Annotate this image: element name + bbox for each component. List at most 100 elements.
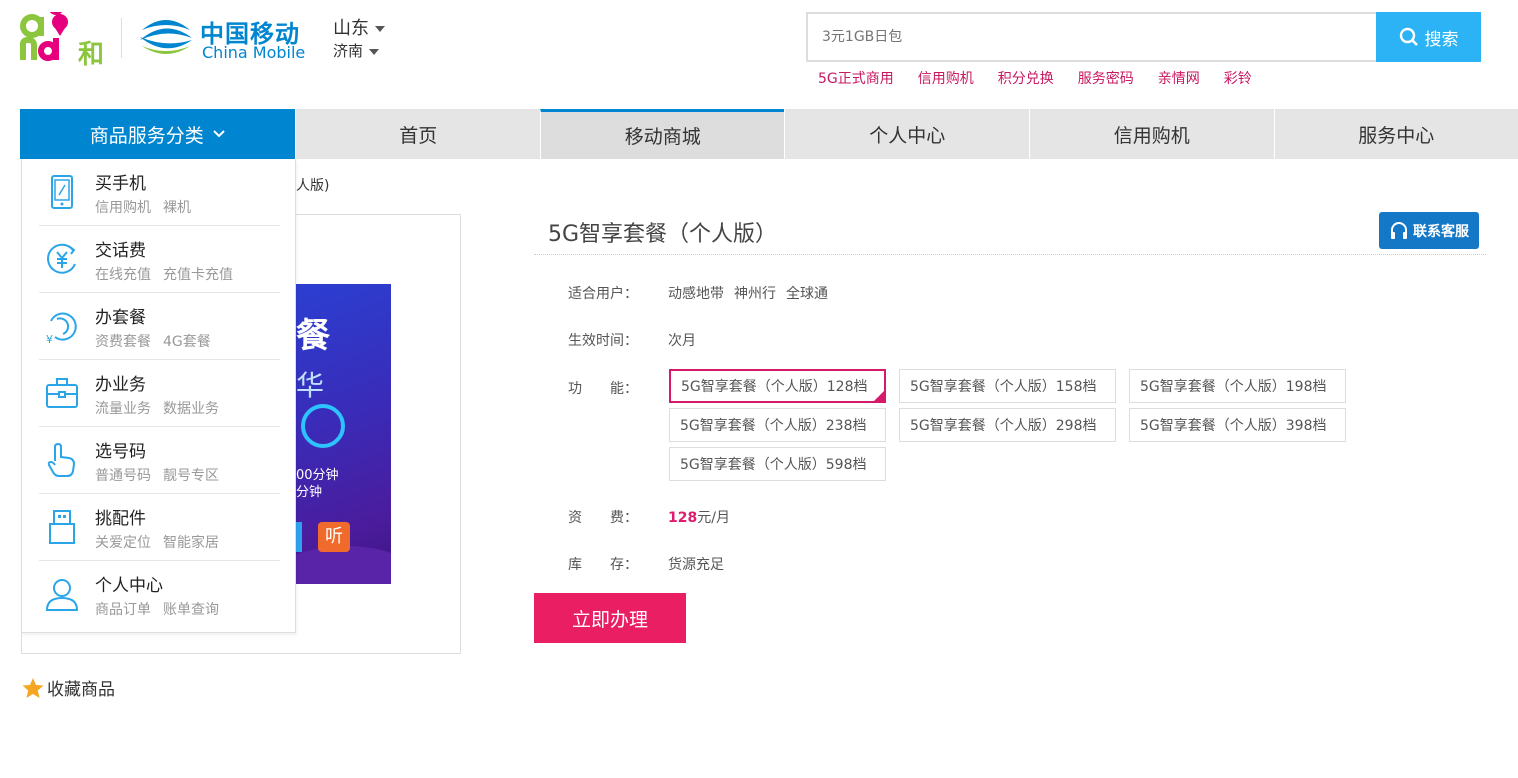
hot-link[interactable]: 积分兑换: [998, 68, 1054, 88]
plan-option-298[interactable]: 5G智享套餐（个人版）298档: [899, 408, 1116, 442]
category-title: 挑配件: [95, 509, 146, 529]
category-sub-link[interactable]: 账单查询: [163, 602, 219, 618]
category-item-phone[interactable]: 买手机 信用购机 裸机: [39, 159, 280, 226]
category-sub-link[interactable]: 充值卡充值: [163, 267, 233, 283]
category-item-package[interactable]: ¥ 办套餐 资费套餐 4G套餐: [39, 293, 280, 360]
category-title: 选号码: [95, 442, 146, 462]
star-icon: [22, 677, 44, 698]
poster-ting-icon: 听: [318, 522, 350, 552]
province-label: 山东: [333, 18, 369, 39]
yuan-icon: [47, 243, 76, 274]
product-poster-image: 餐 华 00分钟 分钟 听: [296, 284, 391, 584]
breadcrumb: 人版): [296, 178, 330, 194]
province-select[interactable]: 山东: [333, 14, 385, 40]
users-value: 动感地带 神州行 全球通: [668, 283, 838, 303]
function-label: 功 能：: [568, 381, 638, 397]
phone-icon: [51, 175, 73, 209]
nav-item-mall[interactable]: 移动商城: [539, 109, 785, 159]
svg-text:¥: ¥: [46, 333, 53, 345]
customer-service-label: 联系客服: [1413, 223, 1469, 240]
customer-service-button[interactable]: 联系客服: [1379, 212, 1479, 249]
nav-item-home[interactable]: 首页: [295, 109, 540, 159]
china-mobile-logo[interactable]: 中国移动 China Mobile: [136, 10, 316, 66]
fee-value: 128元/月: [668, 507, 730, 527]
city-select[interactable]: 济南: [333, 40, 385, 61]
category-sub-link[interactable]: 商品订单: [95, 602, 151, 618]
package-icon: ¥: [46, 312, 77, 345]
effective-time-label: 生效时间：: [568, 333, 638, 349]
stock-value: 货源充足: [668, 557, 724, 573]
category-menu-button[interactable]: 商品服务分类: [20, 109, 296, 159]
hot-link[interactable]: 服务密码: [1078, 68, 1134, 88]
favorite-button[interactable]: 收藏商品: [21, 675, 115, 700]
category-sub-link[interactable]: 裸机: [163, 200, 191, 216]
and-logo-text: 和: [78, 40, 105, 70]
category-sub-link[interactable]: 智能家居: [163, 535, 219, 551]
category-sub-link[interactable]: 信用购机: [95, 200, 151, 216]
category-item-business[interactable]: 办业务 流量业务 数据业务: [39, 360, 280, 427]
plan-option-198[interactable]: 5G智享套餐（个人版）198档: [1129, 369, 1346, 403]
category-item-recharge[interactable]: 交话费 在线充值 充值卡充值: [39, 226, 280, 293]
hot-link[interactable]: 彩铃: [1224, 68, 1252, 88]
headset-icon: [1391, 221, 1407, 239]
search-button-label: 搜索: [1424, 29, 1459, 50]
plan-option-128[interactable]: 5G智享套餐（个人版）128档 ✓: [669, 369, 886, 403]
stock-label: 库 存：: [568, 557, 638, 573]
hot-link[interactable]: 信用购机: [918, 68, 974, 88]
accessory-icon: [49, 510, 75, 544]
plan-option-398[interactable]: 5G智享套餐（个人版）398档: [1129, 408, 1346, 442]
category-sub-link[interactable]: 普通号码: [95, 468, 151, 484]
nav-item-credit-phone[interactable]: 信用购机: [1029, 109, 1274, 159]
effective-time-value: 次月: [668, 333, 696, 349]
category-sub-link[interactable]: 4G套餐: [163, 334, 211, 350]
category-item-number[interactable]: 选号码 普通号码 靓号专区: [39, 427, 280, 494]
chevron-down-icon: [369, 48, 380, 55]
poster-text: 餐: [296, 316, 330, 356]
plan-option-label: 5G智享套餐（个人版）128档: [681, 379, 868, 395]
china-mobile-en-name: China Mobile: [202, 43, 306, 62]
poster-ring-icon: [301, 404, 345, 448]
category-title: 办套餐: [95, 308, 146, 328]
category-item-accessory[interactable]: 挑配件 关爱定位 智能家居: [39, 494, 280, 561]
category-sub-link[interactable]: 流量业务: [95, 401, 151, 417]
chevron-down-icon: [213, 130, 225, 138]
nav-item-personal-center[interactable]: 个人中心: [784, 109, 1029, 159]
plan-option-238[interactable]: 5G智享套餐（个人版）238档: [669, 408, 886, 442]
nav-item-service-center[interactable]: 服务中心: [1273, 109, 1518, 159]
hot-link[interactable]: 5G正式商用: [818, 68, 894, 88]
title-divider: [534, 254, 1486, 255]
category-title: 办业务: [95, 375, 146, 395]
category-sub-link[interactable]: 关爱定位: [95, 535, 151, 551]
poster-text: 分钟: [296, 485, 323, 500]
fee-label: 资 费：: [568, 510, 638, 526]
category-title: 买手机: [95, 174, 146, 194]
search-input[interactable]: [808, 14, 1378, 60]
plan-option-158[interactable]: 5G智享套餐（个人版）158档: [899, 369, 1116, 403]
user-type: 神州行: [734, 286, 776, 302]
main-nav: 商品服务分类 首页 移动商城 个人中心 信用购机 服务中心: [20, 109, 1518, 159]
and-logo[interactable]: 和: [20, 0, 108, 70]
search-icon: [1399, 27, 1418, 46]
category-sub-link[interactable]: 数据业务: [163, 401, 219, 417]
user-icon: [45, 579, 79, 611]
category-sub-link[interactable]: 在线充值: [95, 267, 151, 283]
hot-links: 5G正式商用 信用购机 积分兑换 服务密码 亲情网 彩铃: [818, 68, 1252, 88]
fee-unit: 元/月: [697, 510, 730, 526]
product-title: 5G智享套餐（个人版）: [548, 222, 778, 247]
favorite-label: 收藏商品: [47, 680, 115, 700]
city-label: 济南: [333, 42, 364, 60]
logo-divider: [121, 18, 122, 58]
category-item-personal[interactable]: 个人中心 商品订单 账单查询: [39, 561, 280, 628]
category-sub-link[interactable]: 靓号专区: [163, 468, 219, 484]
plan-option-598[interactable]: 5G智享套餐（个人版）598档: [669, 447, 886, 481]
chevron-down-icon: [375, 26, 385, 32]
buy-now-button[interactable]: 立即办理: [534, 593, 686, 643]
category-dropdown: 买手机 信用购机 裸机 交话费 在线充值 充值卡充值 ¥ 办套餐 资费套餐 4G套餐: [21, 159, 296, 633]
poster-text: 华: [296, 369, 325, 402]
hot-link[interactable]: 亲情网: [1158, 68, 1200, 88]
search-box: [806, 12, 1378, 62]
category-sub-link[interactable]: 资费套餐: [95, 334, 151, 350]
china-mobile-emblem-icon: [140, 20, 192, 54]
region-selector[interactable]: 山东 济南: [333, 14, 385, 61]
search-button[interactable]: 搜索: [1376, 12, 1481, 62]
